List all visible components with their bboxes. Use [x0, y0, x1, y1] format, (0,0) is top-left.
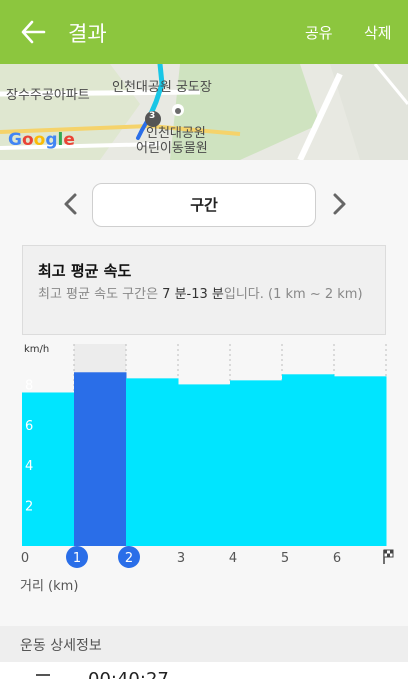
result-content: 구간 최고 평균 속도 최고 평균 속도 구간은 7 분-13 분입니다. (1…: [0, 160, 408, 679]
x-tick-label: 4: [229, 551, 237, 566]
info-description: 최고 평균 속도 구간은 7 분-13 분입니다. (1 km ~ 2 km): [38, 287, 363, 302]
chart-bar: [334, 376, 387, 546]
chart-bar: [282, 374, 335, 546]
segment-button[interactable]: 구간: [92, 183, 316, 227]
app-bar: 결과 공유 삭제: [0, 0, 408, 64]
chevron-right-icon[interactable]: [329, 192, 349, 216]
map-label-zoo: 어린이동물원: [136, 141, 208, 156]
y-tick-label: 6: [25, 419, 33, 434]
x-tick-label: 2: [125, 551, 133, 566]
duration-icon: [36, 674, 50, 676]
duration-value: 00:40:27: [88, 669, 169, 679]
chevron-left-icon[interactable]: [61, 192, 81, 216]
info-heading: 최고 평균 속도: [38, 262, 132, 280]
x-tick-label: 5: [281, 551, 289, 566]
speed-chart: km/h 2 4 6 8 0 1 2 3 4 5 6 거리 (km): [0, 338, 408, 606]
back-arrow-icon[interactable]: [20, 18, 46, 46]
delete-button[interactable]: 삭제: [364, 22, 392, 43]
details-section-title: 운동 상세정보: [20, 638, 102, 654]
x-tick-label: 1: [73, 551, 81, 566]
segment-selector: 구간: [0, 160, 408, 246]
x-axis-label: 거리 (km): [20, 579, 78, 594]
route-marker-label: 3: [149, 111, 156, 121]
y-tick-label: 8: [25, 378, 33, 393]
chart-bar: [178, 384, 231, 546]
map-label-park: 인천대공원 궁도장: [112, 80, 212, 95]
chart-bar: [126, 378, 179, 546]
x-tick-label: 3: [177, 551, 185, 566]
x-tick-label: 6: [333, 551, 341, 566]
map-label-apartment: 장수주공아파트: [6, 88, 90, 103]
details-section-header: 운동 상세정보: [0, 626, 408, 662]
speed-chart-svg: km/h 2 4 6 8 0 1 2 3 4 5 6 거리 (km): [20, 344, 394, 594]
info-card: 최고 평균 속도 최고 평균 속도 구간은 7 분-13 분입니다. (1 km…: [22, 245, 386, 335]
y-tick-label: 2: [25, 500, 33, 515]
chart-bar: [230, 380, 283, 546]
duration-row: 00:40:27: [0, 662, 408, 679]
share-button[interactable]: 공유: [305, 22, 333, 43]
y-tick-label: 4: [25, 459, 33, 474]
y-unit-label: km/h: [24, 344, 49, 355]
x-tick-label: 0: [21, 551, 29, 566]
page-title: 결과: [68, 22, 107, 46]
chart-bar: [74, 372, 127, 546]
google-logo: Google: [8, 130, 75, 150]
route-map[interactable]: 인천대공원 궁도장 장수주공아파트 인천대공원 어린이동물원 3 Google: [0, 64, 408, 160]
